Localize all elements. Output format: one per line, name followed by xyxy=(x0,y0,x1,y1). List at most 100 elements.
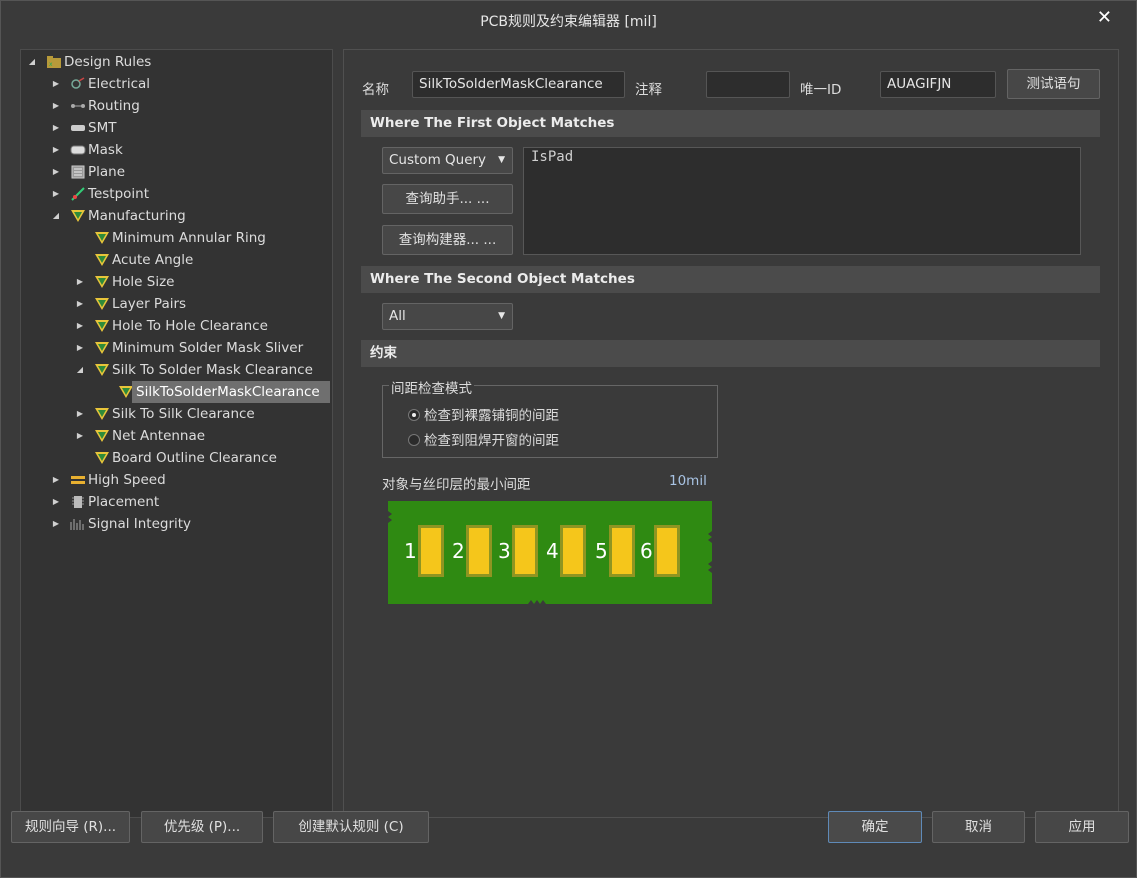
tree-item-testpoint[interactable]: ▶ Testpoint xyxy=(21,183,332,205)
tree-item-hole-to-hole-clearance[interactable]: ▶ Hole To Hole Clearance xyxy=(21,315,332,337)
tree-item-silk-to-silk-clearance[interactable]: ▶ Silk To Silk Clearance xyxy=(21,403,332,425)
comment-field[interactable] xyxy=(706,71,790,98)
manufacturing-rule-icon xyxy=(95,232,109,244)
clearance-check-mode-group: 间距检查模式 检查到裸露铺铜的间距 检查到阻焊开窗的间距 xyxy=(382,377,718,458)
expand-icon[interactable]: ▶ xyxy=(51,469,61,491)
query-builder-button[interactable]: 查询构建器... ... xyxy=(382,225,513,255)
expand-icon[interactable]: ▶ xyxy=(75,403,85,425)
manufacturing-rule-icon xyxy=(95,452,109,464)
uid-field[interactable]: AUAGIFJN xyxy=(880,71,996,98)
expand-icon[interactable]: ▶ xyxy=(51,491,61,513)
tree-item-net-antennae[interactable]: ▶ Net Antennae xyxy=(21,425,332,447)
tree-item-plane[interactable]: ▶ Plane xyxy=(21,161,332,183)
placement-icon xyxy=(72,496,84,508)
min-clearance-label: 对象与丝印层的最小间距 xyxy=(382,477,531,493)
tree-item-label: Hole To Hole Clearance xyxy=(112,318,268,334)
tree-item-hole-size[interactable]: ▶ Hole Size xyxy=(21,271,332,293)
expand-icon[interactable]: ▶ xyxy=(75,425,85,447)
query-editor[interactable]: IsPad xyxy=(523,147,1081,255)
tree-item-routing[interactable]: ▶ Routing xyxy=(21,95,332,117)
expand-icon[interactable]: ▶ xyxy=(75,337,85,359)
expand-icon[interactable]: ▶ xyxy=(75,271,85,293)
collapse-icon[interactable]: ◢ xyxy=(75,359,85,381)
tree-item-label: Board Outline Clearance xyxy=(112,450,277,466)
tree-item-mask[interactable]: ▶ Mask xyxy=(21,139,332,161)
electrical-icon xyxy=(71,77,85,89)
apply-button[interactable]: 应用 xyxy=(1035,811,1129,843)
tree-item-label: SMT xyxy=(88,120,117,136)
tree-item-label: Layer Pairs xyxy=(112,296,187,312)
manufacturing-rule-icon xyxy=(95,254,109,266)
second-object-header: Where The Second Object Matches xyxy=(361,266,1100,293)
manufacturing-rule-icon xyxy=(95,298,109,310)
tree-item-acute-angle[interactable]: Acute Angle xyxy=(21,249,332,271)
tree-item-high-speed[interactable]: ▶ High Speed xyxy=(21,469,332,491)
tree-item-silk-to-solder-mask-clearance-rule[interactable]: SilkToSolderMaskClearance xyxy=(21,381,332,403)
tree-item-layer-pairs[interactable]: ▶ Layer Pairs xyxy=(21,293,332,315)
test-query-button[interactable]: 测试语句 xyxy=(1007,69,1100,99)
tree-item-label: Silk To Silk Clearance xyxy=(112,406,255,422)
rule-panel: 名称 SilkToSolderMaskClearance 注释 唯一ID AUA… xyxy=(343,49,1119,818)
tree-item-label: SilkToSolderMaskClearance xyxy=(132,381,330,403)
expand-icon[interactable]: ▶ xyxy=(51,139,61,161)
tree-item-manufacturing[interactable]: ◢ Manufacturing xyxy=(21,205,332,227)
radio-dot-2 xyxy=(408,434,420,446)
create-default-rules-button[interactable]: 创建默认规则 (C) xyxy=(273,811,429,843)
radio-dot-1 xyxy=(408,409,420,421)
pad xyxy=(563,528,583,574)
min-clearance-value[interactable]: 10mil xyxy=(669,473,707,489)
first-object-header: Where The First Object Matches xyxy=(361,110,1100,137)
manufacturing-rule-icon xyxy=(95,364,109,376)
radio-exposed-copper[interactable]: 检查到裸露铺铜的间距 xyxy=(408,404,559,424)
tree-item-label: Net Antennae xyxy=(112,428,206,444)
query-helper-button[interactable]: 查询助手... ... xyxy=(382,184,513,214)
tree-item-board-outline-clearance[interactable]: Board Outline Clearance xyxy=(21,447,332,469)
radio-label-2: 检查到阻焊开窗的间距 xyxy=(424,433,559,449)
manufacturing-rule-icon xyxy=(95,430,109,442)
query-type-dropdown[interactable]: Custom Query ▼ xyxy=(382,147,513,174)
tree-item-label: Minimum Solder Mask Sliver xyxy=(112,340,304,356)
tree-item-label: High Speed xyxy=(88,472,166,488)
priorities-button[interactable]: 优先级 (P)... xyxy=(141,811,263,843)
rule-wizard-button[interactable]: 规则向导 (R)... xyxy=(11,811,130,843)
collapse-icon[interactable]: ◢ xyxy=(27,51,37,73)
tree-item-smt[interactable]: ▶ SMT xyxy=(21,117,332,139)
manufacturing-rule-icon xyxy=(95,408,109,420)
pad-number-label: 2 xyxy=(452,539,465,563)
ok-button[interactable]: 确定 xyxy=(828,811,922,843)
tree-item-design-rules[interactable]: ◢ x Design Rules xyxy=(21,51,332,73)
expand-icon[interactable]: ▶ xyxy=(51,73,61,95)
expand-icon[interactable]: ▶ xyxy=(51,183,61,205)
expand-icon[interactable]: ▶ xyxy=(51,117,61,139)
high-speed-icon xyxy=(71,476,85,484)
expand-icon[interactable]: ▶ xyxy=(51,161,61,183)
collapse-icon[interactable]: ◢ xyxy=(51,205,61,227)
chevron-down-icon: ▼ xyxy=(498,155,505,165)
cancel-button[interactable]: 取消 xyxy=(932,811,1025,843)
tree-item-label: Placement xyxy=(88,494,160,510)
uid-label: 唯一ID xyxy=(800,82,842,98)
radio-mask-opening[interactable]: 检查到阻焊开窗的间距 xyxy=(408,429,559,449)
expand-icon[interactable]: ▶ xyxy=(75,293,85,315)
name-label: 名称 xyxy=(362,82,389,98)
pad-number-label: 1 xyxy=(404,539,417,563)
expand-icon[interactable]: ▶ xyxy=(51,95,61,117)
tree-item-minimum-annular-ring[interactable]: Minimum Annular Ring xyxy=(21,227,332,249)
tree-item-label: Minimum Annular Ring xyxy=(112,230,266,246)
svg-text:x: x xyxy=(49,61,53,68)
tree-item-label: Mask xyxy=(88,142,123,158)
design-rules-icon: x xyxy=(47,56,61,68)
query-type-value: Custom Query xyxy=(389,152,487,168)
tree-item-placement[interactable]: ▶ Placement xyxy=(21,491,332,513)
tree-item-electrical[interactable]: ▶ Electrical xyxy=(21,73,332,95)
tree-item-signal-integrity[interactable]: ▶ Signal Integrity xyxy=(21,513,332,535)
pcb-preview-image: 1 2 3 4 5 6 xyxy=(388,501,712,604)
tree-item-label: Acute Angle xyxy=(112,252,194,268)
second-scope-dropdown[interactable]: All ▼ xyxy=(382,303,513,330)
name-field[interactable]: SilkToSolderMaskClearance xyxy=(412,71,625,98)
expand-icon[interactable]: ▶ xyxy=(51,513,61,535)
expand-icon[interactable]: ▶ xyxy=(75,315,85,337)
tree-item-silk-to-solder-mask-clearance[interactable]: ◢ Silk To Solder Mask Clearance xyxy=(21,359,332,381)
tree-item-minimum-solder-mask-sliver[interactable]: ▶ Minimum Solder Mask Sliver xyxy=(21,337,332,359)
close-icon[interactable]: ✕ xyxy=(1097,7,1112,28)
